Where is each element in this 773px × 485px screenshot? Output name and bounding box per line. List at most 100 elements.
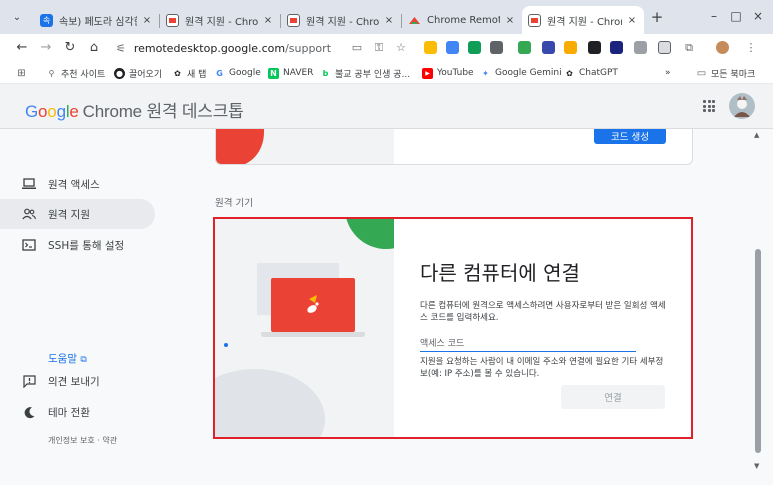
tab-close-icon[interactable]: × (626, 15, 638, 26)
search-icon: ⚲ (48, 68, 55, 78)
send-feedback-button[interactable]: 의견 보내기 (0, 366, 155, 396)
remote-desktop-favicon-icon (287, 13, 300, 27)
extension-8-icon[interactable] (588, 41, 601, 54)
access-code-input[interactable] (420, 337, 636, 352)
bookmark-pull[interactable]: ● 끌어오기 (114, 66, 162, 80)
tab-title: 속보) 페도라 심각한 (59, 16, 137, 28)
people-icon (22, 207, 36, 221)
bookmark-label: Google (229, 68, 261, 78)
share-illustration (216, 129, 394, 164)
extension-3-icon[interactable] (468, 41, 481, 54)
bookmark-recommended[interactable]: ⚲ 추천 사이트 (46, 66, 106, 80)
scroll-thumb[interactable] (755, 249, 761, 453)
privacy-terms-links[interactable]: 개인정보 보호 · 약관 (48, 435, 117, 446)
password-key-icon[interactable]: ⚿ (372, 41, 386, 55)
google-chrome-remote-desktop-logo[interactable]: Google Chrome 원격 데스크톱 (25, 97, 244, 122)
browser-menu-icon[interactable]: ⋮ (744, 41, 758, 55)
nav-ssh-setup[interactable]: SSH를 통해 설정 (0, 230, 155, 260)
google-icon: G (216, 68, 223, 78)
bookmark-new-tab[interactable]: ✿ 새 탭 (172, 66, 206, 80)
tab-search-icon[interactable]: ⌄ (6, 7, 28, 27)
bookmark-star-icon[interactable]: ☆ (394, 41, 408, 55)
connect-card: 다른 컴퓨터에 연결 다른 컴퓨터에 원격으로 액세스하려면 사용자로부터 받은… (213, 217, 693, 439)
bookmarks-overflow-button[interactable]: » (665, 66, 671, 80)
red-shape (216, 129, 264, 164)
scroll-down-arrow-icon[interactable]: ▼ (754, 462, 759, 470)
maximize-button[interactable]: □ (728, 9, 744, 23)
tab-5-active[interactable]: 원격 지원 - Chrome × (522, 6, 644, 34)
extension-4-icon[interactable] (490, 41, 503, 54)
extension-9-icon[interactable] (610, 41, 623, 54)
tab-close-icon[interactable]: × (141, 15, 153, 26)
laptop-base-shape (261, 332, 365, 337)
help-link[interactable]: 도움말 ⧉ (48, 351, 87, 366)
extension-6-icon[interactable] (542, 41, 555, 54)
tab-3[interactable]: 원격 지원 - Chrome × (281, 6, 401, 34)
nav-remote-access[interactable]: 원격 액세스 (0, 169, 155, 199)
generate-code-button[interactable]: 코드 생성 (594, 129, 666, 144)
forward-button[interactable]: → (38, 40, 54, 56)
github-icon: ● (114, 67, 125, 79)
feedback-icon (22, 374, 36, 388)
account-avatar[interactable] (729, 93, 755, 119)
extensions-puzzle-icon[interactable]: ⧉ (682, 41, 696, 55)
laptop-icon (22, 177, 36, 191)
bookmark-naver[interactable]: N NAVER (268, 66, 313, 80)
laptop-screen-illustration (271, 278, 355, 332)
extension-1-icon[interactable] (424, 41, 437, 54)
bookmark-label: YouTube (437, 68, 474, 78)
browser-toolbar: ← → ↻ ⌂ ⚟ remotedesktop.google.com/suppo… (0, 34, 773, 62)
bookmark-youtube[interactable]: ▶ YouTube (422, 66, 474, 80)
google-apps-grid-icon[interactable] (703, 100, 715, 112)
main-content: 원격 액세스 원격 지원 SSH를 통해 설정 도움말 ⧉ 의견 보내기 테마 … (0, 129, 773, 485)
extension-7-icon[interactable] (564, 41, 577, 54)
apps-shortcut-icon[interactable]: ⊞ (16, 66, 31, 80)
naver-icon: N (268, 67, 279, 79)
tab-close-icon[interactable]: × (262, 15, 274, 26)
install-app-icon[interactable]: ▭ (350, 41, 364, 55)
profile-avatar-icon[interactable] (716, 41, 729, 54)
tab-2[interactable]: 원격 지원 - Chrome × (160, 6, 280, 34)
nav-remote-support[interactable]: 원격 지원 (0, 199, 155, 229)
nav-label: 원격 액세스 (48, 178, 100, 191)
extension-5-icon[interactable] (518, 41, 531, 54)
new-tab-button[interactable]: + (648, 8, 666, 26)
tab-1[interactable]: 속 속보) 페도라 심각한 × (34, 6, 159, 34)
bookmark-gemini[interactable]: ✦ Google Gemini (480, 66, 561, 80)
extension-2-icon[interactable] (446, 41, 459, 54)
home-button[interactable]: ⌂ (86, 40, 102, 56)
bookmark-google[interactable]: G Google (214, 66, 261, 80)
open-external-icon: ⧉ (80, 355, 87, 365)
section-label-remote-devices: 원격 기기 (215, 198, 253, 209)
scroll-up-arrow-icon[interactable]: ▲ (754, 131, 759, 139)
site-info-icon[interactable]: ⚟ (116, 42, 126, 55)
close-window-button[interactable]: × (750, 9, 766, 23)
tab-title: 원격 지원 - Chrome (306, 16, 379, 28)
page-scrollbar[interactable]: ▲ ▼ (752, 129, 764, 485)
chatgpt-icon: ✿ (566, 68, 573, 78)
minimize-button[interactable]: – (706, 9, 722, 23)
feedback-label: 의견 보내기 (48, 375, 100, 388)
remote-desktop-favicon-icon (166, 13, 179, 27)
connect-button[interactable]: 연결 (561, 385, 665, 409)
moon-icon (22, 405, 36, 419)
bookmark-blog[interactable]: b 불교 공부 인생 공... (320, 66, 411, 80)
extension-10-icon[interactable] (634, 41, 647, 54)
tab-close-icon[interactable]: × (504, 15, 516, 26)
tab-close-icon[interactable]: × (383, 15, 395, 26)
tab-4[interactable]: Chrome Remote D × (402, 6, 522, 34)
tab-title: Chrome Remote D (427, 14, 500, 26)
bookmark-label: 새 탭 (187, 69, 207, 80)
side-navigation: 원격 액세스 원격 지원 SSH를 통해 설정 도움말 ⧉ 의견 보내기 테마 … (0, 129, 165, 485)
app-header: Google Chrome 원격 데스크톱 (0, 84, 773, 129)
bookmark-label: 추천 사이트 (61, 69, 106, 80)
back-button[interactable]: ← (14, 40, 30, 56)
address-bar[interactable]: ⚟ remotedesktop.google.com/support (108, 37, 413, 59)
url-host: remotedesktop.google.com (133, 41, 286, 55)
all-bookmarks-folder[interactable]: ▭ 모든 북마크 (696, 66, 756, 80)
theme-toggle-button[interactable]: 테마 전환 (0, 397, 155, 427)
reload-button[interactable]: ↻ (62, 40, 78, 56)
extension-11-icon[interactable] (658, 41, 671, 54)
bookmarks-bar: ⊞ ⚲ 추천 사이트 ● 끌어오기 ✿ 새 탭 G Google N NAVER b 불교 … (0, 62, 773, 84)
bookmark-chatgpt[interactable]: ✿ ChatGPT (564, 66, 618, 80)
